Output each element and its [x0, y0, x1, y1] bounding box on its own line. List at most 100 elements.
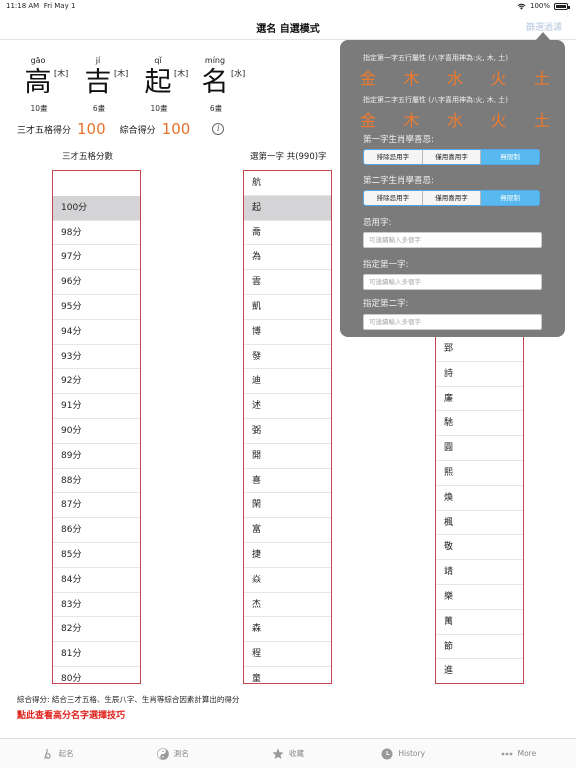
list-item[interactable]: 述: [244, 394, 331, 419]
list-item[interactable]: 森: [244, 617, 331, 643]
list-item[interactable]: 94分: [53, 320, 140, 345]
wuxing-option-wood[interactable]: 木: [403, 107, 419, 131]
list-item[interactable]: 喜: [244, 469, 331, 494]
list-item[interactable]: 迪: [244, 369, 331, 395]
list-item[interactable]: 83分: [53, 593, 140, 618]
list-item[interactable]: 捷: [244, 543, 331, 568]
first-zodiac-label: 第一字生肖學喜忌:: [363, 135, 434, 145]
wuxing-option-wood[interactable]: 木: [403, 65, 419, 89]
second-char-input[interactable]: 可連續輸入多個字: [363, 314, 542, 330]
list-item[interactable]: 煥: [436, 486, 523, 511]
list-item[interactable]: 86分: [53, 518, 140, 543]
list-item[interactable]: 97分: [53, 245, 140, 271]
tab-history[interactable]: History: [346, 739, 461, 768]
list-item[interactable]: 88分: [53, 469, 140, 494]
list-item[interactable]: 發: [244, 345, 331, 370]
list-item[interactable]: 富: [244, 518, 331, 543]
list-item[interactable]: 80分: [53, 667, 140, 683]
list-item[interactable]: 熙: [436, 461, 523, 486]
stroke-count: 6畫: [92, 104, 106, 113]
tab-label: History: [398, 749, 426, 758]
list-item[interactable]: [53, 171, 140, 196]
more-icon: [501, 752, 513, 755]
status-right: 100%: [517, 2, 570, 10]
list-item[interactable]: 弼: [244, 419, 331, 444]
list-item[interactable]: 閑: [244, 493, 331, 519]
list-item[interactable]: 程: [244, 642, 331, 667]
wuxing-option-metal[interactable]: 金: [360, 65, 376, 89]
page-title: 選名 自選模式: [256, 24, 320, 35]
first-char-list[interactable]: 航起喬為雲凱博發迪述弼開喜閑富捷焱杰森程童: [243, 170, 332, 684]
list-item[interactable]: 節: [436, 635, 523, 660]
list-item[interactable]: 廉: [436, 387, 523, 412]
wuxing-option-fire[interactable]: 火: [490, 65, 506, 89]
tab-more[interactable]: More: [461, 739, 576, 768]
list-item[interactable]: 馳: [436, 411, 523, 437]
seg-no-limit[interactable]: 無限制: [481, 150, 539, 164]
list-item[interactable]: 92分: [53, 369, 140, 395]
first-char-input[interactable]: 可連續輸入多個字: [363, 274, 542, 290]
list-item[interactable]: 95分: [53, 295, 140, 320]
wuxing-option-earth[interactable]: 土: [534, 107, 550, 131]
tab-test-name[interactable]: 測名: [115, 739, 230, 768]
list-item[interactable]: 85分: [53, 543, 140, 568]
list-item[interactable]: 82分: [53, 617, 140, 643]
tips-link[interactable]: 點此查看高分名字選擇技巧: [17, 708, 125, 721]
wuxing-option-earth[interactable]: 土: [534, 65, 550, 89]
list-item[interactable]: 為: [244, 245, 331, 271]
list-item[interactable]: 87分: [53, 493, 140, 519]
list-item[interactable]: 89分: [53, 444, 140, 469]
list-item[interactable]: 郅: [436, 337, 523, 362]
wuxing-option-water[interactable]: 水: [447, 107, 463, 131]
list-item[interactable]: 杰: [244, 593, 331, 618]
yin-yang-icon: [156, 747, 169, 760]
list-item[interactable]: 喬: [244, 221, 331, 246]
list-item[interactable]: 博: [244, 320, 331, 345]
seg-exclude-avoid[interactable]: 排除忌用字: [364, 150, 423, 164]
list-item[interactable]: 詩: [436, 362, 523, 387]
list-item[interactable]: 90分: [53, 419, 140, 444]
tab-bar: 起名 測名 收藏 History More: [0, 738, 576, 768]
list-item[interactable]: 敬: [436, 535, 523, 561]
name-char-2: jí 吉 [木] 6畫: [80, 56, 140, 116]
second-char-list[interactable]: 郅詩廉馳圓熙煥楓敬靖樂萬節進: [435, 337, 524, 684]
info-icon[interactable]: i: [212, 123, 225, 135]
list-item[interactable]: 96分: [53, 270, 140, 295]
list-item[interactable]: 起: [244, 195, 331, 221]
list-item[interactable]: 進: [436, 659, 523, 683]
list-item[interactable]: 100分: [53, 195, 140, 221]
nav-bar: 選名 自選模式 篩選過濾: [0, 14, 576, 40]
wifi-icon: [517, 3, 526, 10]
wuxing-option-water[interactable]: 水: [447, 65, 463, 89]
list-item[interactable]: 靖: [436, 560, 523, 585]
avoid-chars-input[interactable]: 可連續輸入多個字: [363, 232, 542, 248]
seg-only-favorable[interactable]: 僅用喜用字: [423, 150, 482, 164]
pinyin: míng: [204, 56, 226, 65]
list-item[interactable]: 航: [244, 171, 331, 196]
list-item[interactable]: 童: [244, 667, 331, 683]
list-item[interactable]: 93分: [53, 345, 140, 370]
list-item[interactable]: 91分: [53, 394, 140, 419]
seg-exclude-avoid[interactable]: 排除忌用字: [364, 191, 423, 205]
name-char-3: qǐ 起 [木] 10畫: [140, 56, 200, 116]
score-list[interactable]: 100分 98分 97分 96分 95分 94分 93分 92分 91分 90分 89分 88分 87分…: [52, 170, 141, 684]
tab-naming[interactable]: 起名: [0, 739, 115, 768]
seg-no-limit[interactable]: 無限制: [481, 191, 539, 205]
list-item[interactable]: 雲: [244, 270, 331, 295]
battery-percent: 100%: [529, 2, 550, 10]
list-item[interactable]: 開: [244, 444, 331, 469]
list-item[interactable]: 樂: [436, 585, 523, 610]
list-item[interactable]: 84分: [53, 568, 140, 593]
list-item[interactable]: 81分: [53, 642, 140, 667]
tab-favorites[interactable]: 收藏: [230, 739, 345, 768]
wuxing-option-metal[interactable]: 金: [360, 107, 376, 131]
name-char-4: míng 名 [水] 6畫: [197, 56, 257, 116]
list-item[interactable]: 楓: [436, 511, 523, 536]
seg-only-favorable[interactable]: 僅用喜用字: [423, 191, 482, 205]
list-item[interactable]: 凱: [244, 295, 331, 320]
list-item[interactable]: 圓: [436, 436, 523, 461]
list-item[interactable]: 焱: [244, 568, 331, 593]
list-item[interactable]: 萬: [436, 610, 523, 635]
wuxing-option-fire[interactable]: 火: [490, 107, 506, 131]
list-item[interactable]: 98分: [53, 221, 140, 246]
